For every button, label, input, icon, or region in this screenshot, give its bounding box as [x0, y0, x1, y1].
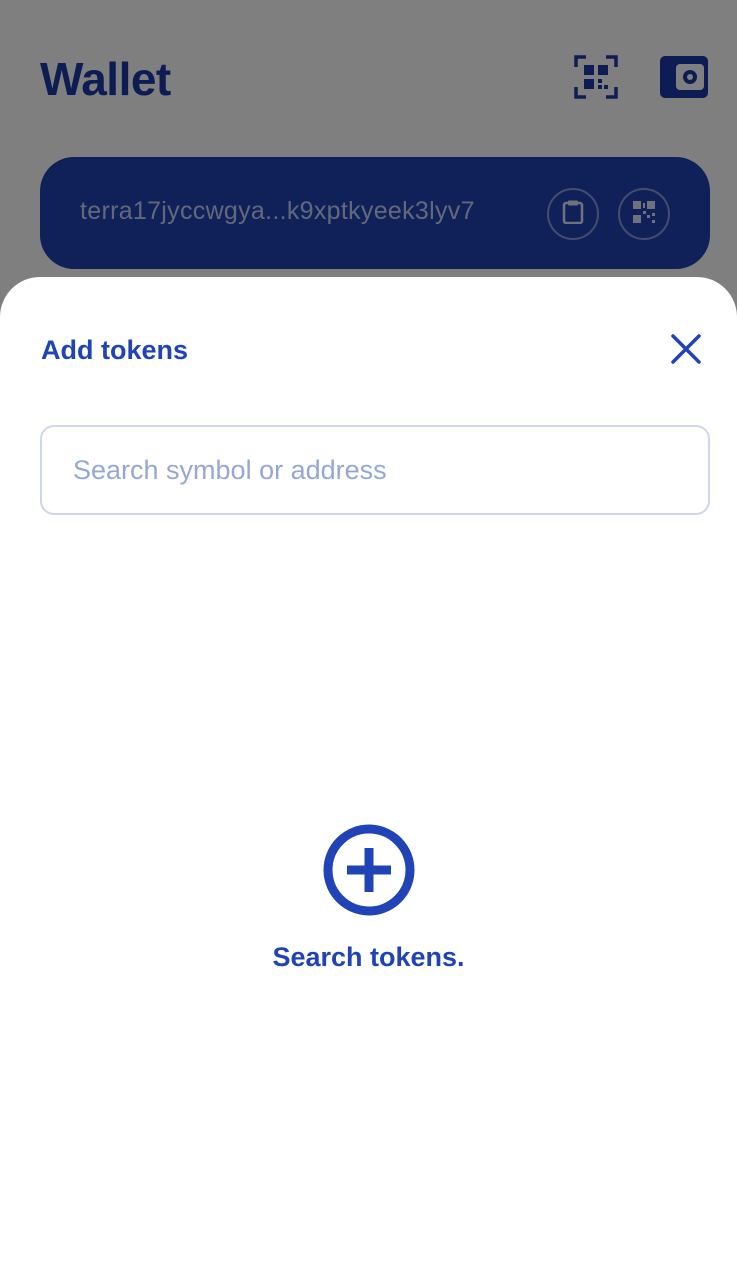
- plus-circle-icon: [0, 822, 737, 918]
- add-tokens-sheet: Add tokens Search tokens.: [0, 277, 737, 1272]
- search-input[interactable]: [42, 427, 708, 513]
- close-icon: [670, 333, 702, 370]
- close-button[interactable]: [666, 331, 706, 371]
- sheet-title: Add tokens: [41, 335, 189, 365]
- empty-state: Search tokens.: [0, 822, 737, 973]
- empty-state-text: Search tokens.: [272, 942, 465, 972]
- search-field: [40, 425, 710, 515]
